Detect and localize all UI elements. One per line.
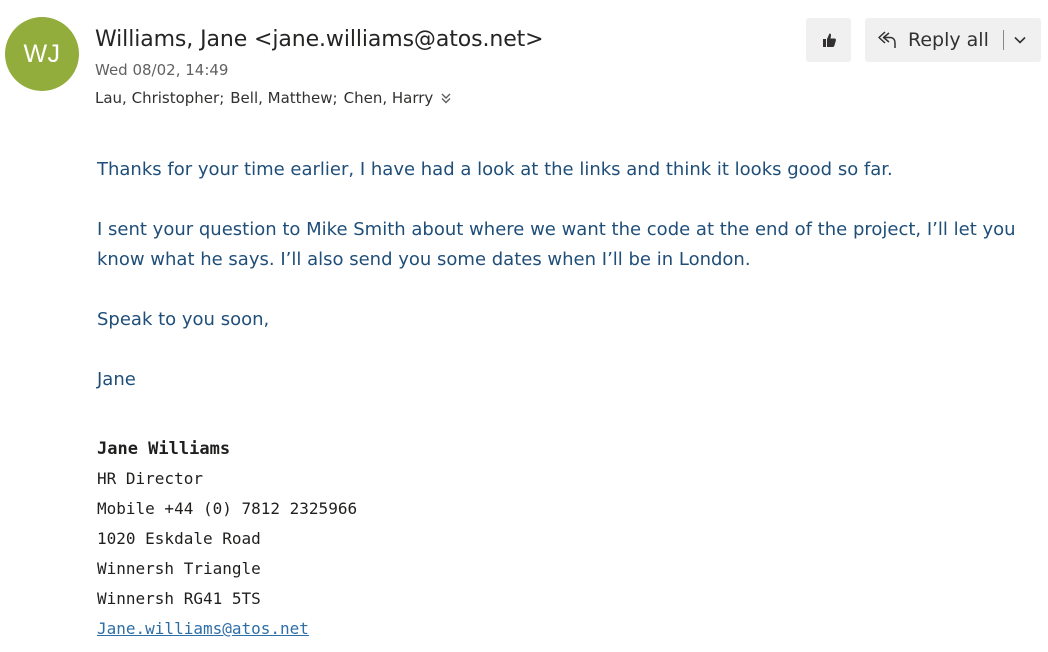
sender-name[interactable]: Williams, Jane <jane.williams@atos.net> [95,27,544,52]
body-paragraph: Jane [97,369,136,390]
recipient[interactable]: Chen, Harry [344,89,434,107]
double-chevron-down-icon [441,93,451,104]
body-paragraph: I sent your question to Mike Smith about… [97,219,1016,270]
message-date: Wed 08/02, 14:49 [95,61,229,79]
expand-recipients-button[interactable] [439,91,453,105]
reply-all-button[interactable]: Reply all [865,18,989,62]
signature-name: Jane Williams [97,439,231,459]
body-paragraph: Thanks for your time earlier, I have had… [97,159,893,180]
message-body: Thanks for your time earlier, I have had… [97,155,1037,425]
avatar-initials: WJ [23,39,61,68]
recipient[interactable]: Lau, Christopher; [95,89,224,107]
signature-mobile: Mobile +44 (0) 7812 2325966 [97,499,358,518]
body-paragraph: Speak to you soon, [97,309,270,330]
thumbs-up-icon [822,33,836,47]
signature-address: Winnersh RG41 5TS [97,589,261,608]
recipients-list: Lau, Christopher; Bell, Matthew; Chen, H… [95,89,453,107]
signature-address: 1020 Eskdale Road [97,529,261,548]
signature-email-link[interactable]: Jane.williams@atos.net [97,619,309,638]
signature-title: HR Director [97,469,203,488]
divider [1002,30,1004,50]
recipient[interactable]: Bell, Matthew; [230,89,337,107]
avatar[interactable]: WJ [5,17,79,91]
more-reply-options-button[interactable] [1012,32,1028,48]
reply-all-group: Reply all [865,18,1041,62]
message-header: WJ Williams, Jane <jane.williams@atos.ne… [0,0,1048,140]
signature-address: Winnersh Triangle [97,559,261,578]
signature: Jane Williams HR Director Mobile +44 (0)… [97,434,357,644]
reply-all-icon [878,31,896,48]
reply-all-label: Reply all [908,29,989,51]
chevron-down-icon [1014,36,1026,44]
like-button[interactable] [806,18,851,62]
